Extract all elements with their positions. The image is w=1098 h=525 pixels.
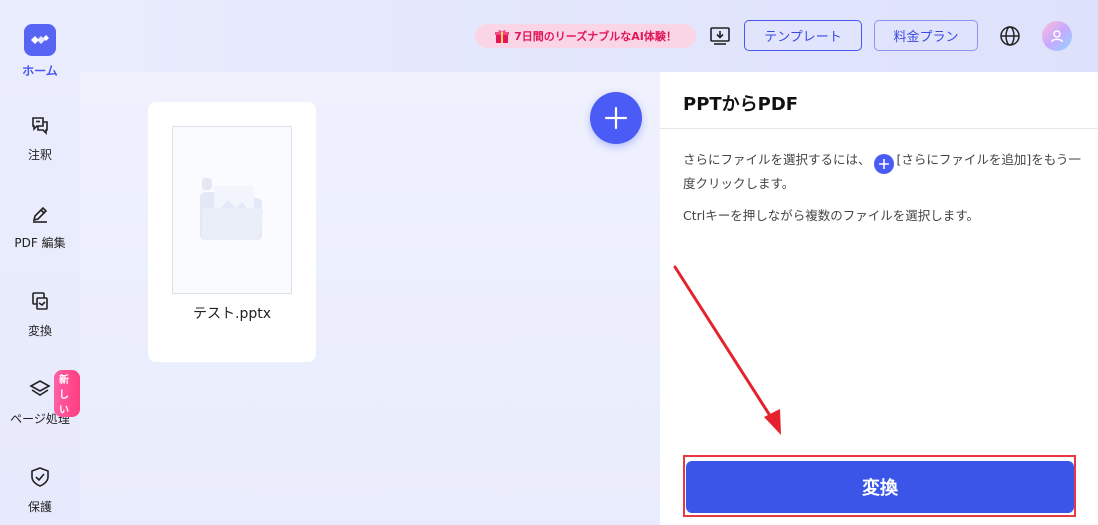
layers-icon [27, 376, 53, 402]
plus-icon [604, 106, 628, 130]
file-thumbnail [172, 126, 292, 294]
convert-button[interactable]: 変換 [686, 461, 1074, 513]
inline-plus-icon [873, 154, 894, 174]
globe-icon[interactable] [998, 24, 1022, 48]
comment-icon [27, 112, 53, 138]
shield-icon [27, 464, 53, 490]
new-badge: 新しい [54, 370, 80, 417]
template-button[interactable]: テンプレート [744, 20, 862, 51]
sidebar-item-pdf-edit[interactable]: PDF 編集 [0, 200, 80, 260]
sidebar-item-annotate[interactable]: 注釈 [0, 112, 80, 172]
promo-text: 7日間のリーズナブルなAI体験！ [514, 30, 677, 43]
logo-icon [24, 24, 56, 56]
add-file-button[interactable] [590, 92, 642, 144]
folder-placeholder-icon [200, 178, 264, 240]
user-icon [1050, 30, 1064, 43]
avatar[interactable] [1042, 21, 1072, 51]
sidebar-item-home[interactable]: ホーム [0, 24, 80, 84]
divider [660, 128, 1098, 129]
add-files-instructions: さらにファイルを選択するには、 [さらにファイルを追加]をもう一度クリックします。 [683, 150, 1083, 194]
sidebar-item-convert[interactable]: 変換 [0, 288, 80, 348]
panel-title: PPTからPDF [683, 94, 799, 115]
sidebar-item-label: 注釈 [27, 148, 52, 162]
file-card[interactable]: テスト.pptx [148, 102, 316, 362]
sidebar-item-page-process[interactable]: 新しい ページ処理 [0, 370, 80, 436]
download-icon[interactable] [708, 24, 732, 48]
edit-icon [27, 200, 53, 226]
gift-icon [495, 30, 510, 43]
file-name: テスト.pptx [193, 306, 271, 322]
instruction-text-1: さらにファイルを選択するには、 [683, 152, 871, 167]
pricing-plan-button[interactable]: 料金プラン [874, 20, 978, 51]
convert-icon [27, 288, 53, 314]
sidebar-item-protect[interactable]: 保護 [0, 464, 80, 524]
sidebar-item-label: 保護 [27, 500, 52, 514]
multi-select-instructions: Ctrlキーを押しながら複数のファイルを選択します。 [683, 208, 979, 223]
sidebar-item-label: ホーム [22, 64, 58, 78]
sidebar: ホーム 注釈 PDF 編集 変換 新しい ページ処理 保護 [0, 0, 80, 525]
sidebar-item-label: 変換 [27, 324, 52, 338]
sidebar-item-label: PDF 編集 [14, 236, 66, 250]
promo-banner[interactable]: 7日間のリーズナブルなAI体験！ [475, 24, 696, 48]
